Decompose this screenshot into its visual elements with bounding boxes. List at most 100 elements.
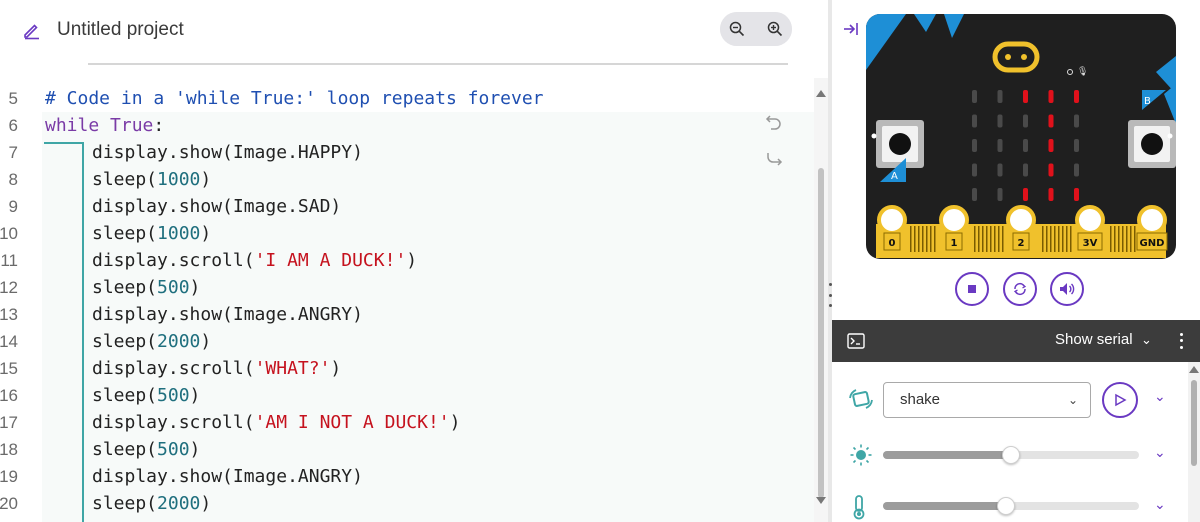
line-number: 19 (0, 467, 18, 486)
led-off (972, 90, 977, 103)
pin-hole[interactable] (1137, 205, 1167, 235)
edge-strip (1042, 226, 1044, 252)
sound-button[interactable] (1050, 272, 1084, 306)
pin-label: 0 (889, 238, 896, 249)
code-editor[interactable]: 5 # Code in a 'while True:' loop repeats … (0, 78, 828, 522)
temperature-slider-fill (883, 502, 1006, 510)
code-line[interactable]: 8 sleep(1000) (0, 166, 800, 193)
code-line[interactable]: 11 display.scroll('I AM A DUCK!') (0, 247, 800, 274)
light-slider[interactable] (883, 446, 1139, 464)
led-off (1074, 114, 1079, 128)
redo-icon[interactable] (764, 150, 784, 170)
gesture-expand-chevron-icon[interactable]: ⌄ (1154, 388, 1166, 405)
code-line[interactable]: 14 sleep(2000) (0, 328, 800, 355)
edge-strip (994, 226, 996, 252)
code-text: sleep(2000) (92, 331, 212, 352)
collapse-panel-icon[interactable] (842, 20, 860, 38)
edge-strip (1110, 226, 1112, 252)
code-line[interactable]: 17 display.scroll('AM I NOT A DUCK!') (0, 409, 800, 436)
pin-hole[interactable] (1006, 205, 1036, 235)
code-text: display.scroll('AM I NOT A DUCK!') (92, 412, 461, 433)
code-text: sleep(1000) (92, 169, 212, 190)
zoom-out-button[interactable] (720, 12, 754, 46)
temperature-slider[interactable] (883, 497, 1139, 515)
pin-hole[interactable] (877, 205, 907, 235)
code-line[interactable]: 15 display.scroll('WHAT?') (0, 355, 800, 382)
light-slider-knob[interactable] (1002, 446, 1020, 464)
edge-strip (1062, 226, 1064, 252)
pin-label: 2 (1018, 238, 1025, 249)
edge-strip (926, 226, 928, 252)
pencil-icon[interactable] (22, 20, 42, 40)
code-line[interactable]: 13 display.show(Image.ANGRY) (0, 301, 800, 328)
led-off (997, 188, 1003, 201)
code-text: display.show(Image.ANGRY) (92, 466, 363, 487)
edge-strip (986, 226, 988, 252)
stop-icon (968, 285, 976, 293)
led-on (1074, 90, 1079, 103)
code-text: display.show(Image.SAD) (92, 196, 342, 217)
code-line[interactable]: 16 sleep(500) (0, 382, 800, 409)
line-number: 10 (0, 224, 18, 243)
light-expand-chevron-icon[interactable]: ⌄ (1154, 444, 1166, 461)
reset-icon (1013, 282, 1027, 296)
code-line[interactable]: 20 sleep(2000) (0, 490, 800, 517)
pin-label: GND (1140, 238, 1165, 249)
code-line[interactable]: 19 display.show(Image.ANGRY) (0, 463, 800, 490)
code-text: display.scroll('WHAT?') (92, 358, 342, 379)
scroll-up-arrow-icon[interactable] (816, 90, 826, 97)
code-text: sleep(500) (92, 277, 201, 298)
project-title[interactable]: Untitled project (57, 19, 184, 41)
edge-strip (998, 226, 1000, 252)
reset-button[interactable] (1003, 272, 1037, 306)
edge-strip (1134, 226, 1136, 252)
line-number: 14 (0, 332, 18, 351)
edge-strip (1126, 226, 1128, 252)
show-serial-button[interactable]: Show serial (1055, 331, 1133, 348)
edge-strip (990, 226, 992, 252)
play-icon (1115, 393, 1127, 407)
edge-strip (1070, 226, 1072, 252)
edge-strip (978, 226, 980, 252)
editor-scrollbar-thumb[interactable] (818, 168, 824, 498)
led-off (997, 163, 1003, 177)
pin-hole[interactable] (1075, 205, 1105, 235)
code-line[interactable]: 9 display.show(Image.SAD) (0, 193, 800, 220)
button-b-label: B (1144, 96, 1151, 107)
pin-label: 3V (1083, 238, 1098, 249)
button-a-label: A (891, 171, 898, 182)
led-off (972, 114, 977, 128)
zoom-in-button[interactable] (758, 12, 792, 46)
scroll-down-arrow-icon[interactable] (816, 497, 826, 504)
code-text: display.show(Image.HAPPY) (92, 142, 363, 163)
code-line[interactable]: 12 sleep(500) (0, 274, 800, 301)
send-gesture-button[interactable] (1102, 382, 1138, 418)
led-off (1023, 139, 1028, 152)
sensor-scroll-up-icon[interactable] (1189, 366, 1199, 373)
edge-strip (914, 226, 916, 252)
code-line[interactable]: 18 sleep(500) (0, 436, 800, 463)
code-text: sleep(1000) (92, 223, 212, 244)
terminal-icon[interactable] (847, 332, 865, 350)
code-line[interactable]: 10 sleep(1000) (0, 220, 800, 247)
code-line[interactable]: 5 # Code in a 'while True:' loop repeats … (0, 85, 800, 112)
line-number: 15 (0, 359, 18, 378)
line-number: 8 (8, 170, 18, 189)
sensor-scrollbar-thumb[interactable] (1191, 380, 1197, 466)
stop-button[interactable] (955, 272, 989, 306)
led-on (1048, 188, 1054, 201)
pin-hole[interactable] (939, 205, 969, 235)
led-on (1048, 139, 1054, 152)
code-line[interactable]: 6 while True: (0, 112, 800, 139)
undo-icon[interactable] (764, 112, 784, 132)
code-line[interactable]: 7 display.show(Image.HAPPY) (0, 139, 800, 166)
edge-strip (1122, 226, 1124, 252)
edge-strip (1050, 226, 1052, 252)
led-off (972, 163, 977, 177)
chevron-down-icon[interactable]: ⌄ (1141, 332, 1152, 348)
temperature-slider-knob[interactable] (996, 497, 1015, 515)
temperature-expand-chevron-icon[interactable]: ⌄ (1154, 496, 1166, 513)
gesture-select[interactable]: shake ⌄ (883, 382, 1091, 418)
more-vertical-icon[interactable] (1176, 331, 1186, 351)
code-text: while True: (45, 115, 165, 136)
